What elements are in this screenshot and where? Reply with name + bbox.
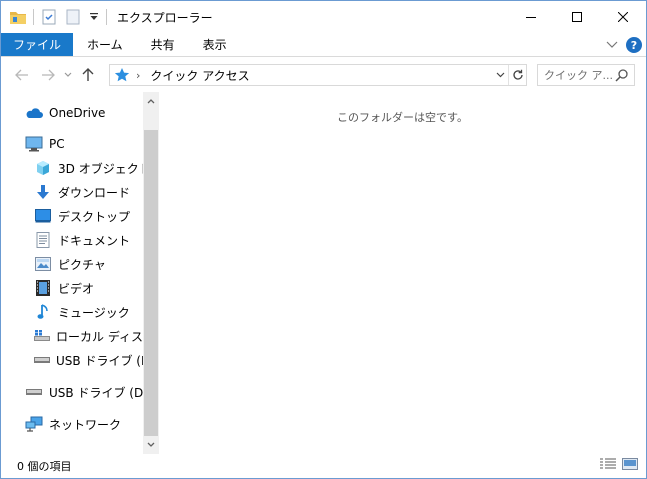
file-list-area[interactable]: このフォルダーは空です。 (159, 92, 646, 454)
nav-item-videos[interactable]: ビデオ (34, 277, 94, 299)
nav-item-label: USB ドライブ (D:) (49, 385, 152, 400)
nav-item-label: デスクトップ (58, 209, 131, 224)
download-arrow-icon (34, 183, 52, 201)
back-button[interactable] (9, 63, 35, 87)
video-icon (34, 279, 52, 297)
nav-item-label: ネットワーク (49, 417, 122, 432)
up-button[interactable] (75, 63, 101, 87)
refresh-icon[interactable] (508, 65, 526, 85)
scrollbar-thumb[interactable] (144, 130, 158, 436)
tab-share[interactable]: 共有 (137, 33, 189, 56)
search-input[interactable] (544, 68, 618, 82)
tab-view[interactable]: 表示 (189, 33, 241, 56)
status-bar: 0 個の項目 (1, 454, 646, 478)
toolbar-separator (106, 9, 107, 25)
new-folder-icon[interactable] (64, 8, 82, 26)
close-button[interactable] (600, 1, 646, 33)
3d-objects-icon (34, 159, 52, 177)
toolbar-separator (33, 9, 34, 25)
nav-item-label: PC (49, 137, 65, 151)
tab-file[interactable]: ファイル (1, 33, 74, 56)
nav-item-label: ダウンロード (58, 185, 131, 200)
window-controls (508, 1, 646, 33)
document-icon (34, 231, 52, 249)
nav-item-label: 3D オブジェクト (58, 161, 151, 176)
title-bar: エクスプローラー (1, 1, 646, 33)
empty-folder-message: このフォルダーは空です。 (337, 111, 468, 124)
nav-item-local-disk-c[interactable]: ローカル ディスク (C (34, 325, 143, 347)
minimize-button[interactable] (508, 1, 554, 33)
nav-item-label: OneDrive (49, 106, 106, 120)
customize-toolbar-dropdown-icon[interactable] (88, 8, 100, 26)
nav-item-downloads[interactable]: ダウンロード (34, 181, 130, 203)
desktop-icon (34, 207, 52, 225)
item-count: 0 個の項目 (17, 460, 72, 473)
nav-item-documents[interactable]: ドキュメント (34, 229, 130, 251)
onedrive-cloud-icon (25, 104, 43, 122)
large-icons-view-icon[interactable] (622, 458, 638, 473)
explorer-window: エクスプローラー ファイル ホーム 共有 表示 ? › クイック アクセス クイ… (0, 0, 647, 479)
navigation-pane: OneDrive PC 3D オブジェクト ダウンロード デスクトップ ドキュメ… (1, 92, 159, 454)
maximize-button[interactable] (554, 1, 600, 33)
nav-item-label: ビデオ (58, 281, 95, 296)
usb-drive-icon (34, 351, 50, 369)
nav-item-pictures[interactable]: ピクチャ (34, 253, 106, 275)
network-icon (25, 415, 43, 433)
navigation-pane-scrollbar[interactable] (143, 92, 159, 454)
address-dropdown-icon[interactable] (492, 65, 508, 85)
nav-item-pc[interactable]: PC (25, 133, 65, 155)
nav-item-music[interactable]: ミュージック (34, 301, 130, 323)
window-title: エクスプローラー (117, 10, 213, 25)
music-note-icon (34, 303, 52, 321)
usb-drive-icon (25, 383, 43, 401)
nav-item-network[interactable]: ネットワーク (25, 413, 121, 435)
tab-home[interactable]: ホーム (73, 33, 137, 56)
properties-icon[interactable] (40, 8, 58, 26)
expand-ribbon-chevron-icon[interactable] (606, 38, 618, 52)
nav-item-label: USB ドライブ (D:) (56, 353, 143, 368)
scroll-up-button[interactable] (143, 92, 159, 110)
breadcrumb-quick-access[interactable]: クイック アクセス (150, 67, 249, 84)
nav-item-desktop[interactable]: デスクトップ (34, 205, 130, 227)
scroll-down-button[interactable] (143, 436, 159, 454)
pictures-icon (34, 255, 52, 273)
quick-access-star-icon (114, 67, 130, 83)
search-box[interactable] (537, 64, 635, 86)
folder-icon[interactable] (9, 8, 27, 26)
ribbon-tabs: ファイル ホーム 共有 表示 ? (1, 33, 646, 57)
nav-item-usb-drive-d-under-pc[interactable]: USB ドライブ (D:) (34, 349, 143, 371)
search-icon[interactable] (615, 68, 629, 85)
details-view-icon[interactable] (600, 458, 616, 473)
nav-item-label: ピクチャ (58, 257, 106, 272)
address-bar[interactable]: › クイック アクセス (109, 64, 527, 86)
local-disk-icon (34, 327, 50, 345)
forward-button[interactable] (35, 63, 61, 87)
pc-monitor-icon (25, 135, 43, 153)
navigation-bar: › クイック アクセス (1, 58, 646, 92)
nav-item-label: ローカル ディスク (C (56, 329, 143, 344)
recent-locations-dropdown[interactable] (61, 63, 75, 87)
address-bar-actions (492, 65, 526, 85)
breadcrumb-separator-icon[interactable]: › (136, 69, 140, 82)
help-icon[interactable]: ? (626, 37, 642, 53)
view-switcher (600, 458, 638, 473)
ribbon-right-controls: ? (606, 33, 642, 57)
nav-item-3d-objects[interactable]: 3D オブジェクト (34, 157, 151, 179)
quick-access-toolbar (1, 1, 113, 33)
nav-item-label: ドキュメント (58, 233, 131, 248)
nav-item-onedrive[interactable]: OneDrive (25, 102, 105, 124)
nav-item-usb-drive-d[interactable]: USB ドライブ (D:) (25, 381, 152, 403)
nav-item-label: ミュージック (58, 305, 130, 320)
